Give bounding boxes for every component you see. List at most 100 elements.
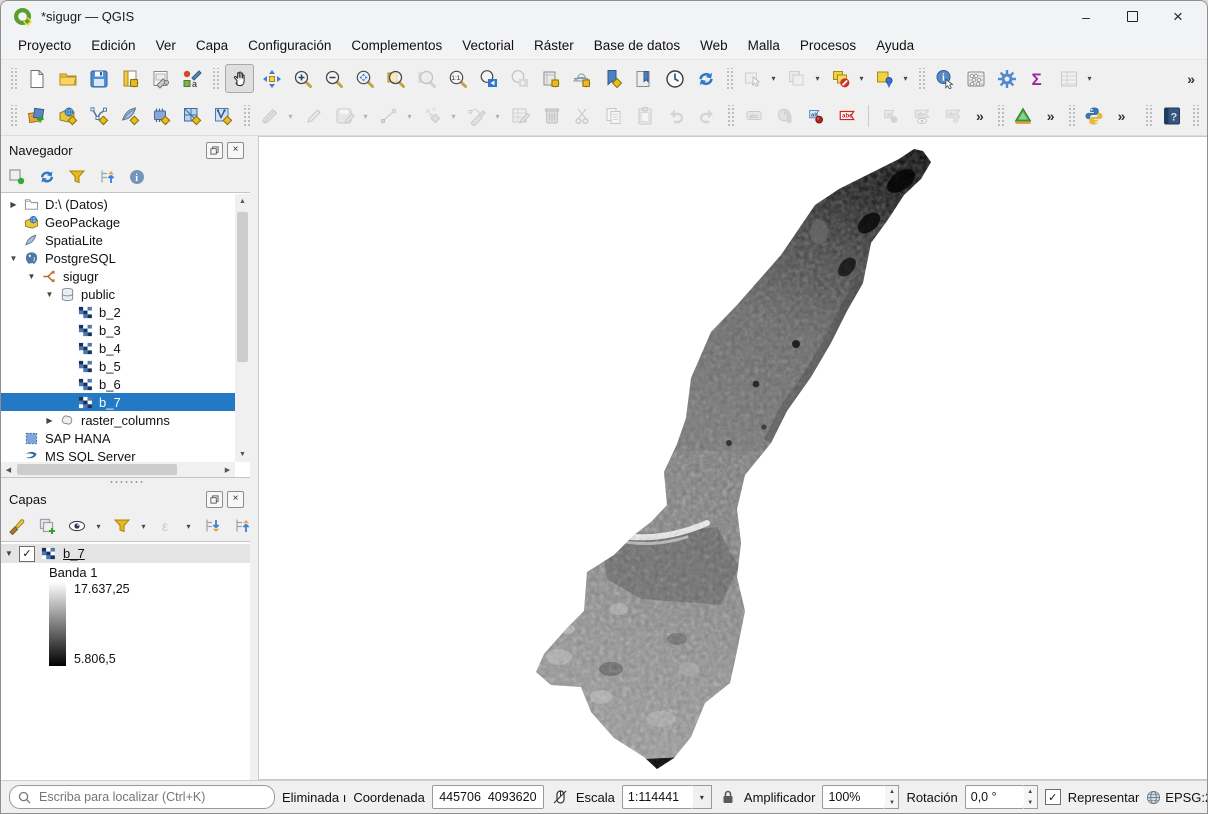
toolbar1-overflow-button[interactable]: »	[1181, 71, 1201, 87]
menu-configuracion[interactable]: Configuración	[239, 35, 340, 56]
vertex-tool-dropdown[interactable]: ▾	[492, 112, 503, 121]
tree-item-sap-hana[interactable]: SAP HANA	[1, 429, 235, 447]
deselect-dropdown[interactable]: ▾	[856, 74, 867, 83]
tree-item-ms-sql-server[interactable]: MS SQL Server	[1, 447, 235, 462]
menu-edicion[interactable]: Edición	[82, 35, 144, 56]
new-geopackage-layer-button[interactable]	[54, 103, 81, 130]
expander-icon[interactable]: ▼	[5, 254, 22, 263]
paste-features-button[interactable]	[631, 103, 658, 130]
zoom-to-layer-button[interactable]	[382, 65, 409, 92]
magnifier-spinner[interactable]: ▲▼	[885, 785, 899, 809]
grass-tools-button[interactable]	[1010, 103, 1037, 130]
magnifier-input[interactable]	[822, 785, 885, 809]
select-features-button[interactable]	[739, 65, 766, 92]
scrollbar-thumb[interactable]	[237, 212, 248, 362]
statistical-summary-button[interactable]: Σ	[1024, 65, 1051, 92]
layers-close-button[interactable]: ×	[227, 491, 244, 508]
zoom-out-button[interactable]	[320, 65, 347, 92]
menu-ver[interactable]: Ver	[147, 35, 185, 56]
toolbar-grip[interactable]	[917, 68, 925, 90]
options-button[interactable]	[993, 65, 1020, 92]
menu-capa[interactable]: Capa	[187, 35, 237, 56]
expander-icon[interactable]: ▶	[41, 416, 58, 425]
move-label-button[interactable]: ab	[877, 103, 904, 130]
diagrams-button[interactable]	[771, 103, 798, 130]
menu-complementos[interactable]: Complementos	[342, 35, 451, 56]
toolbar-grip[interactable]	[9, 105, 17, 127]
new-project-button[interactable]	[23, 65, 50, 92]
render-checkbox[interactable]: ✓	[1045, 789, 1061, 805]
layers-float-button[interactable]	[206, 491, 223, 508]
filter-expression-dropdown[interactable]: ▾	[183, 522, 194, 531]
menu-base-de-datos[interactable]: Base de datos	[585, 35, 689, 56]
toolbar-grip[interactable]	[725, 68, 733, 90]
copy-features-button[interactable]	[600, 103, 627, 130]
new-temporary-layer-button[interactable]	[147, 103, 174, 130]
minimize-button[interactable]: –	[1063, 1, 1109, 32]
data-source-manager-button[interactable]	[23, 103, 50, 130]
python-toolbar-overflow-button[interactable]: »	[1112, 108, 1132, 124]
zoom-last-button[interactable]	[475, 65, 502, 92]
scale-dropdown-button[interactable]: ▾	[693, 785, 712, 809]
show-bookmarks-button[interactable]	[630, 65, 657, 92]
browser-vertical-scrollbar[interactable]: ▲ ▼	[235, 194, 250, 462]
new-spatial-bookmark-button[interactable]	[599, 65, 626, 92]
tree-item-datos-drive[interactable]: ▶D:\ (Datos)	[1, 195, 235, 213]
tree-item-public-schema[interactable]: ▼public	[1, 285, 235, 303]
dock-splitter[interactable]	[250, 136, 258, 780]
grass-toolbar-overflow-button[interactable]: »	[1041, 108, 1061, 124]
coordinate-input[interactable]	[432, 785, 544, 809]
menu-malla[interactable]: Malla	[739, 35, 789, 56]
browser-filter-button[interactable]	[65, 165, 89, 189]
browser-refresh-button[interactable]	[35, 165, 59, 189]
select-by-form-dropdown[interactable]: ▾	[812, 74, 823, 83]
deselect-features-button[interactable]	[827, 65, 854, 92]
new-3d-map-view-button[interactable]	[568, 65, 595, 92]
visibility-dropdown[interactable]: ▾	[93, 522, 104, 531]
expander-icon[interactable]: ▼	[41, 290, 58, 299]
toolbar-grip[interactable]	[996, 105, 1004, 127]
scale-input[interactable]	[622, 785, 693, 809]
scroll-left-icon[interactable]: ◀	[1, 462, 16, 477]
menu-procesos[interactable]: Procesos	[791, 35, 865, 56]
locator-input[interactable]	[37, 789, 266, 805]
vertex-tool-button[interactable]	[463, 103, 490, 130]
scroll-right-icon[interactable]: ▶	[220, 462, 235, 477]
zoom-to-selection-button[interactable]	[413, 65, 440, 92]
close-button[interactable]: ×	[1155, 1, 1201, 32]
modify-attributes-button[interactable]	[507, 103, 534, 130]
filter-legend-dropdown[interactable]: ▾	[138, 522, 149, 531]
pan-map-button[interactable]	[225, 64, 254, 93]
add-feature-button[interactable]	[375, 103, 402, 130]
menu-raster[interactable]: Ráster	[525, 35, 583, 56]
tree-item-b4[interactable]: b_4	[1, 339, 235, 357]
layer-item-b7[interactable]: ▼ ✓ b_7	[1, 544, 250, 563]
new-map-view-button[interactable]	[537, 65, 564, 92]
zoom-in-button[interactable]	[289, 65, 316, 92]
scrollbar-thumb[interactable]	[17, 464, 177, 475]
current-edits-dropdown[interactable]: ▾	[285, 112, 296, 121]
add-record-button[interactable]	[419, 103, 446, 130]
scroll-down-icon[interactable]: ▼	[235, 447, 250, 462]
attribute-table-button[interactable]	[1055, 65, 1082, 92]
filter-by-expression-button[interactable]: ε	[155, 514, 179, 538]
label-toolbar-overflow-button[interactable]: »	[970, 108, 990, 124]
identify-features-button[interactable]: i	[931, 65, 958, 92]
new-mesh-layer-button[interactable]	[178, 103, 205, 130]
style-manager-button[interactable]: a	[178, 65, 205, 92]
new-print-layout-button[interactable]	[116, 65, 143, 92]
delete-selected-button[interactable]	[538, 103, 565, 130]
pin-labels-button[interactable]: ab	[802, 103, 829, 130]
new-virtual-layer-button[interactable]	[209, 103, 236, 130]
new-shapefile-layer-button[interactable]	[85, 103, 112, 130]
select-features-dropdown[interactable]: ▾	[768, 74, 779, 83]
expand-all-button[interactable]	[200, 514, 224, 538]
toolbar-grip[interactable]	[1144, 105, 1152, 127]
redo-button[interactable]	[693, 103, 720, 130]
expander-icon[interactable]: ▼	[23, 272, 40, 281]
refresh-map-button[interactable]	[692, 65, 719, 92]
menu-web[interactable]: Web	[691, 35, 737, 56]
tree-item-postgresql[interactable]: ▼PostgreSQL	[1, 249, 235, 267]
zoom-next-button[interactable]	[506, 65, 533, 92]
maximize-button[interactable]	[1109, 1, 1155, 32]
